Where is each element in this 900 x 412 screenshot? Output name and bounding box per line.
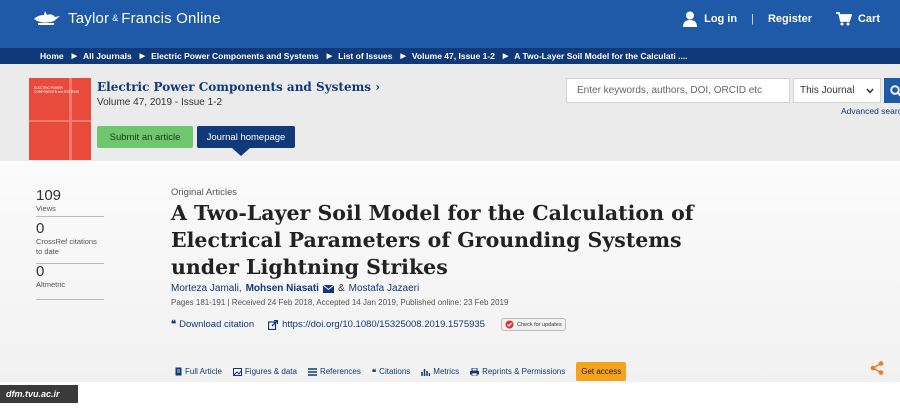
submit-article-button[interactable]: Submit an article: [97, 126, 193, 148]
register-label: Register: [767, 13, 812, 25]
logo[interactable]: Taylor & Francis Online: [32, 9, 221, 27]
journal-title: Electric Power Components and Systems: [97, 80, 372, 94]
chevron-right-icon: ›: [375, 80, 381, 94]
separator: |: [751, 13, 754, 25]
publication-history: Pages 181-191 | Received 24 Feb 2018, Ac…: [171, 298, 509, 307]
check-updates-label: Check for updates: [516, 321, 562, 328]
tab-label: References: [319, 367, 361, 376]
breadcrumb-current: A Two-Layer Soil Model for the Calculati…: [514, 51, 688, 61]
crossref-count: 0: [36, 220, 45, 237]
crossref-label: CrossRef citations to date: [36, 237, 97, 256]
doi-link[interactable]: https://doi.org/10.1080/15325008.2019.15…: [268, 319, 485, 330]
tab-metrics[interactable]: Metrics: [421, 367, 459, 376]
views-count: 109: [36, 187, 62, 204]
login-label: Log in: [704, 13, 738, 25]
breadcrumb-volume[interactable]: Volume 47, Issue 1-2: [412, 51, 495, 61]
tab-reprints[interactable]: Reprints & Permissions: [470, 367, 565, 376]
journal-cover[interactable]: ELECTRIC POWER COMPONENTS and SYSTEMS: [29, 78, 91, 160]
tab-label: Reprints & Permissions: [482, 367, 566, 376]
search-scope-select[interactable]: This Journal: [793, 78, 881, 103]
cover-stripe: [29, 120, 91, 122]
check-updates-button[interactable]: Check for updates: [500, 318, 566, 331]
register-link[interactable]: Register: [768, 13, 812, 25]
breadcrumb-arrow-icon: ▶: [502, 53, 509, 60]
article-type: Original Articles: [171, 187, 237, 198]
tab-citations[interactable]: ❝ Citations: [372, 367, 410, 377]
breadcrumb-home[interactable]: Home: [40, 51, 64, 61]
share-icon: [870, 361, 884, 375]
breadcrumb-arrow-icon: ▶: [326, 53, 333, 60]
quote-icon: ❝: [371, 366, 377, 377]
views-label: Views: [36, 204, 56, 213]
article-title: A Two-Layer Soil Model for the Calculati…: [171, 201, 694, 279]
journal-title-link[interactable]: Electric Power Components and Systems ›: [97, 80, 380, 94]
top-header: Taylor & Francis Online Log in | Registe…: [0, 0, 900, 48]
search-icon: [890, 84, 900, 96]
search-button[interactable]: [884, 78, 900, 103]
quote-icon: ❝: [171, 319, 177, 330]
chevron-down-icon: [866, 88, 874, 94]
breadcrumb-issues[interactable]: List of Issues: [338, 51, 392, 61]
author-list: Morteza Jamali , Mohsen Niasati & Mostaf…: [171, 283, 419, 294]
logo-amp: &: [112, 13, 119, 23]
tab-references[interactable]: References: [307, 367, 361, 376]
tab-label: Metrics: [433, 367, 460, 376]
breadcrumb-arrow-icon: ▶: [139, 53, 146, 60]
cover-title: ELECTRIC POWER COMPONENTS and SYSTEMS: [34, 86, 80, 94]
tab-label: Figures & data: [244, 367, 297, 376]
breadcrumb-journal[interactable]: Electric Power Components and Systems: [151, 51, 319, 61]
metric-views: 109 Views: [36, 187, 104, 217]
account-links: Log in | Register Cart: [683, 11, 880, 27]
breadcrumb-arrow-icon: ▶: [71, 53, 78, 60]
watermark: dfm.tvu.ac.ir: [0, 385, 78, 403]
logo-text-2: Francis Online: [121, 9, 221, 27]
search-input[interactable]: Enter keywords, authors, DOI, ORCID etc: [566, 78, 790, 103]
metric-crossref[interactable]: 0 CrossRef citations to date: [36, 220, 104, 264]
bar-chart-icon: [421, 368, 431, 376]
share-button[interactable]: [870, 361, 884, 380]
advanced-search-link[interactable]: Advanced search: [841, 106, 900, 116]
author-link[interactable]: Mostafa Jazaeri: [349, 283, 420, 294]
list-icon: [307, 367, 317, 376]
author-ampersand: &: [337, 283, 345, 294]
user-icon: [683, 11, 698, 27]
printer-icon: [470, 367, 480, 376]
external-link-icon: [268, 319, 279, 330]
homepage-pointer: [232, 148, 250, 156]
article-tabs: Full Article Figures & data References ❝…: [175, 362, 627, 381]
cart-label: Cart: [857, 13, 880, 25]
altmetric-count: 0: [36, 263, 45, 280]
search-scope-value: This Journal: [800, 85, 855, 96]
image-icon: [232, 367, 242, 376]
journal-volume: Volume 47, 2019 - Issue 1-2: [97, 97, 223, 108]
tab-label: Full Article: [185, 367, 222, 376]
get-access-button[interactable]: Get access: [576, 362, 627, 381]
download-citation-label: Download citation: [179, 319, 255, 330]
cart-link[interactable]: Cart: [835, 12, 880, 26]
email-icon[interactable]: [322, 284, 334, 293]
breadcrumb: Home ▶ All Journals ▶ Electric Power Com…: [0, 48, 900, 64]
login-link[interactable]: Log in: [683, 11, 737, 27]
crossmark-icon: [505, 320, 514, 329]
cart-icon: [835, 12, 852, 26]
tab-full-article[interactable]: Full Article: [175, 367, 222, 376]
article-tools: ❝ Download citation https://doi.org/10.1…: [171, 318, 566, 331]
document-icon: [175, 367, 182, 376]
author-separator: ,: [238, 283, 242, 294]
logo-text: Taylor: [68, 9, 110, 27]
doi-label: https://doi.org/10.1080/15325008.2019.15…: [282, 319, 485, 330]
lamp-logo-icon: [34, 11, 60, 25]
breadcrumb-arrow-icon: ▶: [400, 53, 406, 60]
author-link[interactable]: Mohsen Niasati: [246, 283, 319, 294]
download-citation-link[interactable]: ❝ Download citation: [171, 319, 254, 330]
metric-altmetric[interactable]: 0 Altmetric: [36, 263, 104, 300]
altmetric-label: Altmetric: [36, 280, 66, 289]
journal-homepage-button[interactable]: Journal homepage: [197, 126, 295, 148]
author-link[interactable]: Morteza Jamali: [171, 283, 239, 294]
breadcrumb-all-journals[interactable]: All Journals: [83, 51, 132, 61]
tab-label: Citations: [379, 367, 411, 376]
footer: [0, 382, 900, 412]
tab-figures[interactable]: Figures & data: [232, 367, 297, 376]
